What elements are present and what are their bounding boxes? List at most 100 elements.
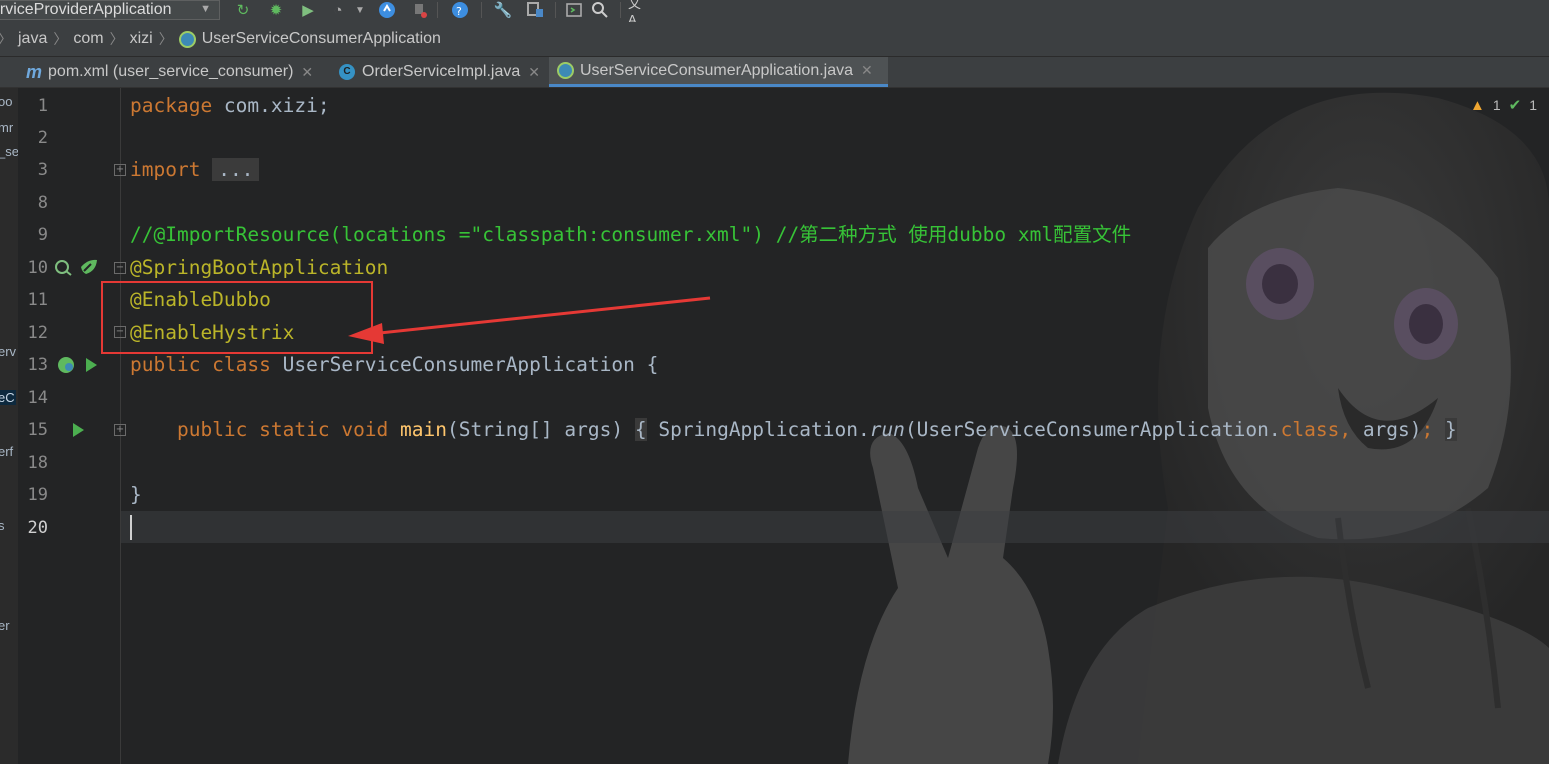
project-tree-fragment[interactable]: mr [0, 120, 13, 135]
inspection-widget[interactable]: ▲ 1 ✔ 1 [1469, 96, 1537, 115]
help-icon[interactable]: ? [450, 1, 470, 19]
close-icon[interactable]: ✕ [861, 62, 873, 79]
code-line-19: } [130, 479, 142, 511]
punctuation: , [1339, 418, 1363, 441]
run-gutter-icon[interactable] [73, 423, 84, 437]
toolbar-divider [437, 2, 438, 18]
spring-app-icon [557, 62, 574, 79]
search-icon[interactable] [590, 1, 610, 19]
keyword: class [1280, 418, 1340, 441]
rerun-icon[interactable]: ↻ [233, 1, 253, 19]
method-call: run [869, 418, 905, 441]
line-number: 12 [27, 323, 48, 343]
chevron-right-icon: 〉 [0, 29, 12, 49]
breadcrumb-item-xizi[interactable]: xizi [130, 30, 153, 48]
terminal-icon[interactable] [564, 1, 584, 19]
project-tree-fragment[interactable]: er [0, 618, 10, 633]
project-tree-fragment[interactable]: _se [0, 144, 18, 159]
run-gutter-icon[interactable] [86, 358, 97, 372]
code-line-3: import ... [130, 154, 260, 186]
line-number: 9 [37, 225, 48, 245]
fold-marker-icon[interactable]: + [114, 424, 126, 436]
dropdown-icon[interactable]: ▼ [350, 1, 370, 19]
settings-icon[interactable]: 🔧 [493, 1, 513, 19]
ok-count: 1 [1529, 97, 1537, 113]
main-toolbar: erviceProviderApplication ▼ ↻ ✹ ▶ ◔ ▼ ? … [0, 0, 1549, 27]
class-icon: C [339, 64, 355, 80]
tab-order-service-impl[interactable]: C OrderServiceImpl.java ✕ [331, 57, 549, 87]
find-usages-icon[interactable] [54, 259, 72, 277]
warning-icon: ▲ [1469, 96, 1485, 114]
close-icon[interactable]: ✕ [528, 64, 540, 81]
chevron-right-icon: 〉 [53, 31, 68, 47]
code-line-15: public static void main(String[] args) {… [130, 414, 1457, 446]
project-tree-fragment[interactable]: oo [0, 94, 12, 109]
line-number: 2 [37, 128, 48, 148]
call-args: (UserServiceConsumerApplication. [904, 418, 1281, 441]
tab-user-service-consumer-application[interactable]: UserServiceConsumerApplication.java ✕ [549, 57, 888, 87]
tab-pom-xml[interactable]: m pom.xml (user_service_consumer) ✕ [18, 57, 331, 87]
run-coverage-icon[interactable]: ▶ [298, 1, 318, 19]
profile-icon[interactable]: ◔ [328, 1, 348, 19]
project-tree-fragment-selected[interactable]: eC [0, 390, 16, 405]
tab-label: UserServiceConsumerApplication.java [580, 61, 854, 79]
keyword: package [130, 94, 213, 117]
line-number: 10 [27, 258, 48, 278]
spring-bean-icon[interactable] [78, 257, 97, 275]
keyword: public static void [176, 418, 389, 441]
project-tree-fragment[interactable]: erf [0, 444, 13, 459]
folded-brace-open[interactable]: { [634, 418, 647, 441]
toolbar-divider [481, 2, 482, 18]
punctuation: ; [1421, 418, 1434, 441]
line-number: 13 [27, 355, 48, 375]
project-tree-fragment[interactable]: s [0, 518, 5, 533]
close-icon[interactable]: ✕ [301, 64, 313, 81]
current-line-highlight [121, 511, 1549, 543]
folded-imports[interactable]: ... [212, 158, 260, 181]
maven-icon: m [26, 61, 43, 82]
warning-count: 1 [1492, 97, 1501, 113]
method-params: (String[] args) [447, 418, 624, 441]
keyword: import [130, 158, 201, 181]
chevron-down-icon: ▼ [200, 3, 211, 15]
line-number: 14 [27, 388, 48, 408]
tab-label: OrderServiceImpl.java [362, 63, 521, 80]
project-structure-icon[interactable] [525, 1, 545, 19]
breadcrumb-item-java[interactable]: java [18, 30, 47, 48]
folded-brace-close[interactable]: } [1445, 418, 1457, 441]
line-number-current: 20 [27, 518, 48, 538]
breadcrumb-item-class[interactable]: UserServiceConsumerApplication [202, 30, 441, 48]
chevron-right-icon: 〉 [158, 31, 173, 47]
toolbar-divider [555, 2, 556, 18]
run-configuration-select[interactable]: erviceProviderApplication ▼ [0, 0, 220, 20]
code-editor[interactable]: 1 2 3 8 9 10 11 12 13 14 15 18 19 20 + −… [18, 88, 1549, 764]
debug-icon[interactable]: ✹ [266, 1, 286, 19]
fold-marker-icon[interactable]: − [114, 262, 126, 274]
stop-icon[interactable] [410, 1, 430, 19]
check-icon: ✔ [1508, 97, 1522, 114]
spring-app-icon [178, 30, 196, 48]
code-line-9: //@ImportResource(locations ="classpath:… [130, 219, 1131, 251]
line-number: 11 [27, 290, 48, 310]
update-icon[interactable] [377, 1, 397, 19]
comment: //@ImportResource(locations ="classpath:… [130, 223, 1132, 246]
package-name: com.xizi; [212, 94, 330, 117]
line-number: 8 [37, 193, 48, 213]
gutter: 1 2 3 8 9 10 11 12 13 14 15 18 19 20 [18, 88, 120, 764]
svg-text:?: ? [456, 5, 462, 18]
run-configuration-label: erviceProviderApplication [0, 1, 172, 18]
text-caret [130, 515, 132, 540]
code-line-1: package com.xizi; [130, 90, 330, 122]
fold-marker-icon[interactable]: + [114, 164, 126, 176]
spring-app-icon[interactable] [56, 355, 74, 373]
toolbar-divider [620, 2, 621, 18]
breadcrumb-item-com[interactable]: com [73, 30, 103, 48]
project-tool-window: oo mr _se erv eC erf s er [0, 88, 18, 764]
project-tree-fragment[interactable]: erv [0, 344, 16, 359]
chevron-right-icon: 〉 [109, 31, 124, 47]
translate-icon[interactable]: 文A [628, 0, 648, 27]
breadcrumb: 〉 java 〉 com 〉 xizi 〉 UserServiceConsume… [0, 22, 1549, 57]
line-number: 15 [27, 420, 48, 440]
tab-label: pom.xml (user_service_consumer) [48, 63, 294, 80]
line-number: 3 [37, 160, 48, 180]
